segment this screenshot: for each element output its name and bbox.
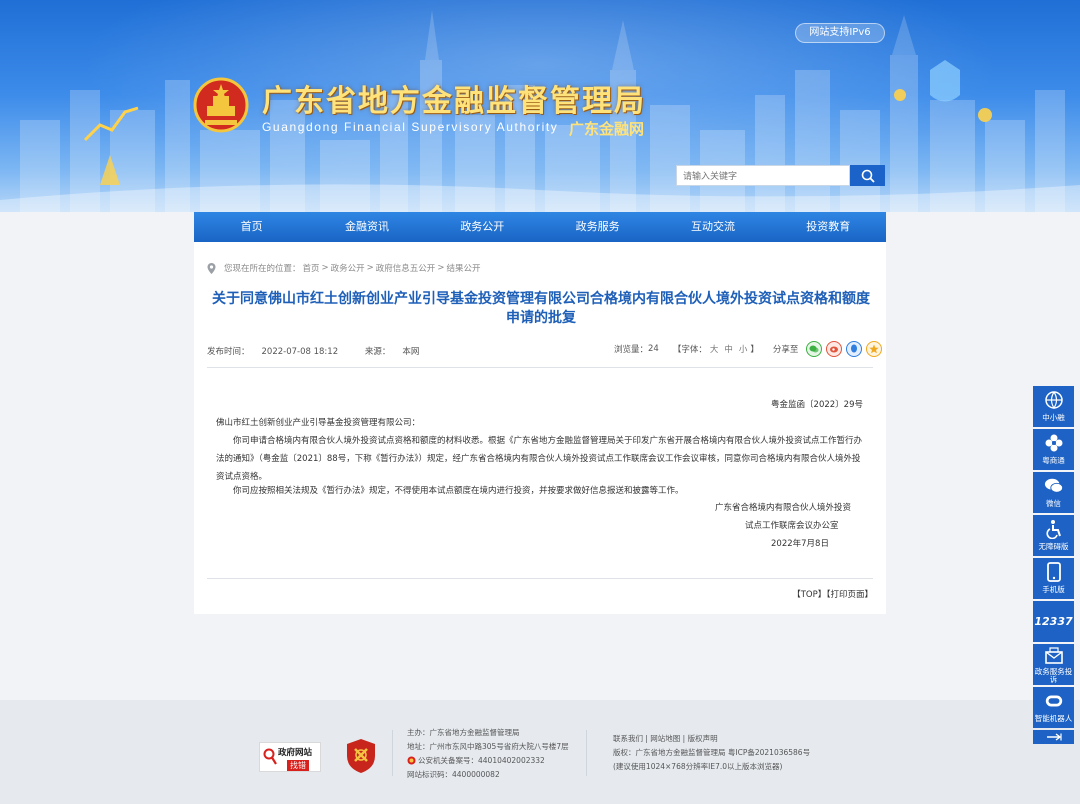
float-label: 政务服务投诉 <box>1034 666 1073 684</box>
flower-icon <box>1044 433 1064 453</box>
breadcrumb: 您现在所在的位置： 首页 > 政务公开 > 政府信息五公开 > 结果公开 <box>207 262 482 274</box>
font-size-medium[interactable]: 中 <box>724 343 733 355</box>
document-paragraph-2: 你司应按照相关法规及《暂行办法》规定，不得使用本试点额度在境内进行投资，并按要求… <box>233 486 684 496</box>
publish-time: 2022-07-08 18:12 <box>261 347 339 357</box>
breadcrumb-home[interactable]: 首页 <box>303 262 320 274</box>
national-emblem-icon <box>193 77 249 133</box>
meta-divider <box>207 367 873 368</box>
nav-finance-news[interactable]: 金融资讯 <box>309 212 424 242</box>
search-input[interactable] <box>676 165 850 186</box>
nav-gov-affairs[interactable]: 政务公开 <box>425 212 540 242</box>
breadcrumb-gov-affairs[interactable]: 政务公开 <box>331 262 365 274</box>
float-label: 手机版 <box>1042 585 1065 594</box>
nav-home[interactable]: 首页 <box>194 212 309 242</box>
footer-address: 地址：广州市东风中路305号省府大院八号楼7层 <box>407 742 569 751</box>
share-label: 分享至 <box>772 345 799 355</box>
float-label: 中小融 <box>1042 413 1065 422</box>
float-sme-finance[interactable]: 中小融 <box>1033 386 1074 427</box>
wechat-icon <box>1044 476 1064 496</box>
site-footer <box>0 700 1080 804</box>
nav-investor-education[interactable]: 投资教育 <box>771 212 886 242</box>
float-label: 微信 <box>1046 499 1061 508</box>
police-badge-icon <box>407 756 416 765</box>
document-number: 粤金监函〔2022〕29号 <box>771 400 863 410</box>
float-gov-complaint[interactable]: 政务服务投诉 <box>1033 644 1074 685</box>
document-paragraph-1: 你司申请合格境内有限合伙人境外投资试点资格和额度的材料收悉。根据《广东省地方金融… <box>216 436 863 482</box>
views-count: 24 <box>648 344 659 354</box>
signature-line-2: 试点工作联席会议办公室 <box>745 521 839 531</box>
nav-gov-services[interactable]: 政务服务 <box>540 212 655 242</box>
signature-line-1: 广东省合格境内有限合伙人境外投资 <box>715 503 852 513</box>
page-links[interactable]: 【TOP】【打印页面】 <box>770 588 873 600</box>
site-title-en: Guangdong Financial Supervisory Authorit… <box>262 120 559 134</box>
complaint-icon <box>1044 646 1064 666</box>
float-label: 无障碍版 <box>1038 542 1069 551</box>
article-title: 关于同意佛山市红土创新创业产业引导基金投资管理有限公司合格境内有限合伙人境外投资… <box>212 291 870 326</box>
accessibility-icon <box>1044 519 1064 539</box>
hotline-icon: 12337 <box>1034 614 1073 628</box>
footer-site-code: 网站标识码：4400000082 <box>407 770 500 779</box>
float-wechat[interactable]: 微信 <box>1033 472 1074 513</box>
font-size-label: 【字体： <box>672 345 707 355</box>
source: 本网 <box>402 347 420 357</box>
share-qzone-icon[interactable] <box>866 341 883 357</box>
float-mobile[interactable]: 手机版 <box>1033 558 1074 599</box>
float-robot[interactable]: 智能机器人 <box>1033 687 1074 728</box>
site-short-name: 广东金融网 <box>569 120 645 138</box>
publish-time-label: 发布时间： <box>207 347 250 357</box>
footer-browser-advice: (建议使用1024×768分辨率IE7.0以上版本浏览器) <box>613 762 783 771</box>
breadcrumb-result-open[interactable]: 结果公开 <box>446 262 480 274</box>
magnifier-icon <box>263 748 277 765</box>
content-divider <box>207 578 873 579</box>
ipv6-badge: 网站支持IPv6 <box>795 23 885 43</box>
float-label: 粤商通 <box>1042 456 1065 465</box>
phone-icon <box>1044 562 1064 582</box>
party-emblem-icon <box>347 739 375 773</box>
footer-police-number[interactable]: 公安机关备案号：44010402002332 <box>418 755 545 766</box>
signature-date: 2022年7月8日 <box>771 539 829 549</box>
article-tools: 浏览量： 24 【字体： 大 中 小 】 分享至 <box>614 341 883 357</box>
badge-gov-site: 政府网站 <box>278 748 313 758</box>
share-qq-icon[interactable] <box>846 341 863 357</box>
share-wechat-icon[interactable] <box>806 341 823 357</box>
breadcrumb-sep: > <box>321 263 329 273</box>
breadcrumb-sep: > <box>366 263 374 273</box>
right-float-bar: 中小融 粤商通 微信 无障碍版 手机版 12337 政务服务投诉 智能机器人 <box>1033 386 1074 746</box>
float-accessibility[interactable]: 无障碍版 <box>1033 515 1074 556</box>
font-size-close: 】 <box>750 345 759 355</box>
views-label: 浏览量： <box>614 345 649 355</box>
document-addressee: 佛山市红土创新创业产业引导基金投资管理有限公司： <box>216 418 421 428</box>
float-yueshangtong[interactable]: 粤商通 <box>1033 429 1074 470</box>
source-label: 来源： <box>364 347 391 357</box>
location-pin-icon <box>207 262 216 274</box>
float-hotline-12337[interactable]: 12337 <box>1033 601 1074 642</box>
main-nav: 首页 金融资讯 政务公开 政务服务 互动交流 投资教育 <box>194 212 886 242</box>
robot-icon <box>1044 691 1064 711</box>
share-weibo-icon[interactable] <box>826 341 843 357</box>
breadcrumb-prefix: 您现在所在的位置： <box>224 264 301 274</box>
footer-separator <box>392 730 393 776</box>
site-header: 网站支持IPv6 广东省地方金融监督管理局 Guangdong Financia… <box>0 0 1080 212</box>
site-title: 广东省地方金融监督管理局 <box>262 84 646 119</box>
nav-interaction[interactable]: 互动交流 <box>655 212 770 242</box>
float-label: 智能机器人 <box>1034 714 1073 723</box>
search-button[interactable] <box>850 165 885 186</box>
footer-icp: 版权：广东省地方金融监督管理局 粤ICP备2021036586号 <box>613 748 811 757</box>
font-size-small[interactable]: 小 <box>739 343 748 355</box>
arrow-right-icon <box>1046 733 1062 741</box>
footer-police: 公安机关备案号：44010402002332 <box>407 755 545 766</box>
font-size-large[interactable]: 大 <box>710 343 719 355</box>
globe-icon <box>1044 390 1064 410</box>
float-collapse-button[interactable] <box>1033 730 1074 744</box>
badge-find-error: 找错 <box>287 760 309 771</box>
gov-site-error-report-badge[interactable]: 政府网站 找错 <box>259 742 321 772</box>
footer-links[interactable]: 联系我们 | 网站地图 | 版权声明 <box>613 733 718 744</box>
article-meta: 发布时间： 2022-07-08 18:12 来源： 本网 <box>207 345 443 357</box>
search-icon <box>861 169 875 183</box>
breadcrumb-sep: > <box>437 263 445 273</box>
footer-separator <box>586 730 587 776</box>
footer-host: 主办：广东省地方金融监督管理局 <box>407 728 520 737</box>
breadcrumb-five-open[interactable]: 政府信息五公开 <box>376 262 436 274</box>
